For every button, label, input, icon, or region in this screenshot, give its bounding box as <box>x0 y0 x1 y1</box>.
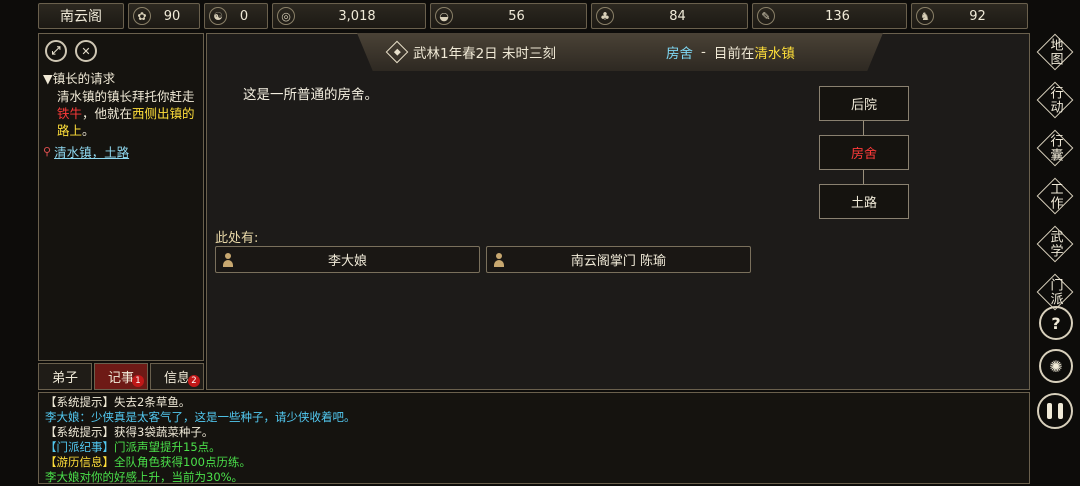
tab-label: 弟子 <box>51 371 78 386</box>
log-text: 门派声望提升15点。 <box>114 440 221 454</box>
scene-description: 这是一所普通的房舍。 <box>243 87 378 103</box>
log-line: 【游历信息】全队角色获得100点历练。 <box>45 455 1023 470</box>
stat-beasts[interactable]: ♞ 92 <box>911 3 1028 29</box>
scene-panel: ◆ 武林1年春2日 未时三刻 房舍 - 目前在 清水镇 这是一所普通的房舍。 后院… <box>206 33 1030 390</box>
yinyang-icon: ☯ <box>209 7 227 25</box>
tab-disciples[interactable]: 弟子 <box>38 363 92 390</box>
stat-materials[interactable]: ✎ 136 <box>752 3 907 29</box>
header-separator: - <box>700 44 706 60</box>
help-button[interactable]: ? <box>1039 306 1073 340</box>
quest-location-link[interactable]: 清水镇，土路 <box>54 142 129 161</box>
log-text: 李大娘对你的好感上升，当前为30%。 <box>45 470 244 484</box>
settings-button[interactable]: ✺ <box>1039 349 1073 383</box>
person-icon <box>493 252 505 267</box>
stat-herbs-value: 84 <box>669 8 686 24</box>
log-text: 获得3袋蔬菜种子。 <box>114 425 214 439</box>
food-bowl-icon: ◒ <box>435 7 453 25</box>
sect-name: 南云阁 <box>60 9 102 25</box>
question-mark-icon: ? <box>1051 313 1061 333</box>
tab-messages[interactable]: 信息 2 <box>150 363 204 390</box>
log-tag: 【游历信息】 <box>45 455 114 469</box>
menu-label: 工作 <box>1047 182 1063 210</box>
map-connector <box>863 121 864 135</box>
calendar-icon: ◆ <box>385 40 409 64</box>
menu-label: 行动 <box>1047 86 1063 114</box>
tab-journal[interactable]: 记事 1 <box>94 363 148 390</box>
npc-button[interactable]: 李大娘 <box>215 246 480 273</box>
log-line: 李大娘对你的好感上升，当前为30%。 <box>45 470 1023 485</box>
gear-icon: ✺ <box>1049 356 1063 376</box>
expand-icon[interactable]: ⤢ <box>45 40 67 62</box>
menu-label: 门派 <box>1047 278 1063 306</box>
game-date: 武林1年春2日 未时三刻 <box>413 46 556 62</box>
stat-materials-value: 136 <box>825 8 850 24</box>
current-town: 清水镇 <box>754 46 795 62</box>
stat-coins-value: 3,018 <box>338 8 376 24</box>
log-line: 【系统提示】获得3袋蔬菜种子。 <box>45 425 1023 440</box>
quest-text-part: 。 <box>82 123 95 138</box>
quest-target: 铁牛 <box>57 106 83 121</box>
herb-icon: ♣ <box>596 7 614 25</box>
tab-label: 信息 <box>163 371 190 386</box>
log-tag: 【系统提示】 <box>45 395 114 409</box>
martial-arts-button[interactable]: 武学 <box>1036 225 1074 263</box>
map-node-dirt-road[interactable]: 土路 <box>819 184 909 219</box>
pause-icon <box>1047 403 1052 419</box>
quest-text-part: ，他就在 <box>82 106 133 121</box>
npc-name: 南云阁掌门 陈瑜 <box>570 254 667 269</box>
person-icon <box>222 252 234 267</box>
location-pin-icon: ⚲ <box>43 145 52 158</box>
side-menu: 地图 行动 行囊 工作 武学 门派 ? ✺ <box>1034 33 1076 483</box>
npc-name: 李大娘 <box>327 254 367 269</box>
map-connector <box>863 170 864 184</box>
inventory-button[interactable]: 行囊 <box>1036 129 1074 167</box>
npc-button[interactable]: 南云阁掌门 陈瑜 <box>486 246 751 273</box>
stat-herbs[interactable]: ♣ 84 <box>591 3 748 29</box>
pause-button[interactable] <box>1037 393 1073 429</box>
quest-title[interactable]: ▼镇长的请求 <box>39 64 203 87</box>
pause-icon <box>1058 403 1063 419</box>
close-icon[interactable]: ✕ <box>75 40 97 62</box>
log-text: 失去2条草鱼。 <box>114 395 191 409</box>
left-tabs: 弟子 记事 1 信息 2 <box>38 363 204 390</box>
action-button[interactable]: 行动 <box>1036 81 1074 119</box>
sect-name-button[interactable]: 南云阁 <box>38 3 124 29</box>
material-icon: ✎ <box>757 7 775 25</box>
menu-label: 行囊 <box>1047 134 1063 162</box>
notification-badge: 1 <box>132 375 144 387</box>
quest-panel: ⤢ ✕ ▼镇长的请求 清水镇的镇长拜托你赶走铁牛，他就在西侧出镇的路上。 ⚲ 清… <box>38 33 204 361</box>
menu-label: 地图 <box>1047 38 1063 66</box>
stat-food[interactable]: ◒ 56 <box>430 3 587 29</box>
quest-text-part: 清水镇的镇长拜托你赶走 <box>57 89 195 104</box>
log-text: 全队角色获得100点历练。 <box>114 455 251 469</box>
quest-description: 清水镇的镇长拜托你赶走铁牛，他就在西侧出镇的路上。 <box>39 87 203 139</box>
log-tag: 【门派纪事】 <box>45 440 114 454</box>
resource-bar: 南云阁 ✿ 90 ☯ 0 ◎ 3,018 ◒ 56 ♣ 84 ✎ 136 ♞ 9… <box>38 3 1028 29</box>
log-tag: 【系统提示】 <box>45 425 114 439</box>
work-button[interactable]: 工作 <box>1036 177 1074 215</box>
notification-badge: 2 <box>188 375 200 387</box>
tab-label: 记事 <box>107 371 134 386</box>
log-text: 李大娘：少侠真是太客气了，这是一些种子，请少侠收着吧。 <box>45 410 356 424</box>
coin-icon: ◎ <box>277 7 295 25</box>
stat-coins[interactable]: ◎ 3,018 <box>272 3 426 29</box>
beast-icon: ♞ <box>916 7 934 25</box>
location-header: ◆ 武林1年春2日 未时三刻 房舍 - 目前在 清水镇 <box>357 33 883 71</box>
fame-icon: ✿ <box>133 7 151 25</box>
present-label: 此处有: <box>215 231 259 246</box>
menu-label: 武学 <box>1047 230 1063 258</box>
map-node-current[interactable]: 房舍 <box>819 135 909 170</box>
map-button[interactable]: 地图 <box>1036 33 1074 71</box>
log-line: 【系统提示】失去2条草鱼。 <box>45 395 1023 410</box>
now-at-label: 目前在 <box>713 46 755 62</box>
current-room: 房舍 <box>665 46 693 62</box>
message-log[interactable]: 【系统提示】失去2条草鱼。 李大娘：少侠真是太客气了，这是一些种子，请少侠收着吧… <box>38 392 1030 484</box>
stat-food-value: 56 <box>508 8 525 24</box>
quest-location[interactable]: ⚲ 清水镇，土路 <box>39 139 203 164</box>
log-line: 李大娘：少侠真是太客气了，这是一些种子，请少侠收着吧。 <box>45 410 1023 425</box>
stat-yinyang[interactable]: ☯ 0 <box>204 3 268 29</box>
map-node-backyard[interactable]: 后院 <box>819 86 909 121</box>
log-line: 【门派纪事】门派声望提升15点。 <box>45 440 1023 455</box>
stat-fame[interactable]: ✿ 90 <box>128 3 200 29</box>
